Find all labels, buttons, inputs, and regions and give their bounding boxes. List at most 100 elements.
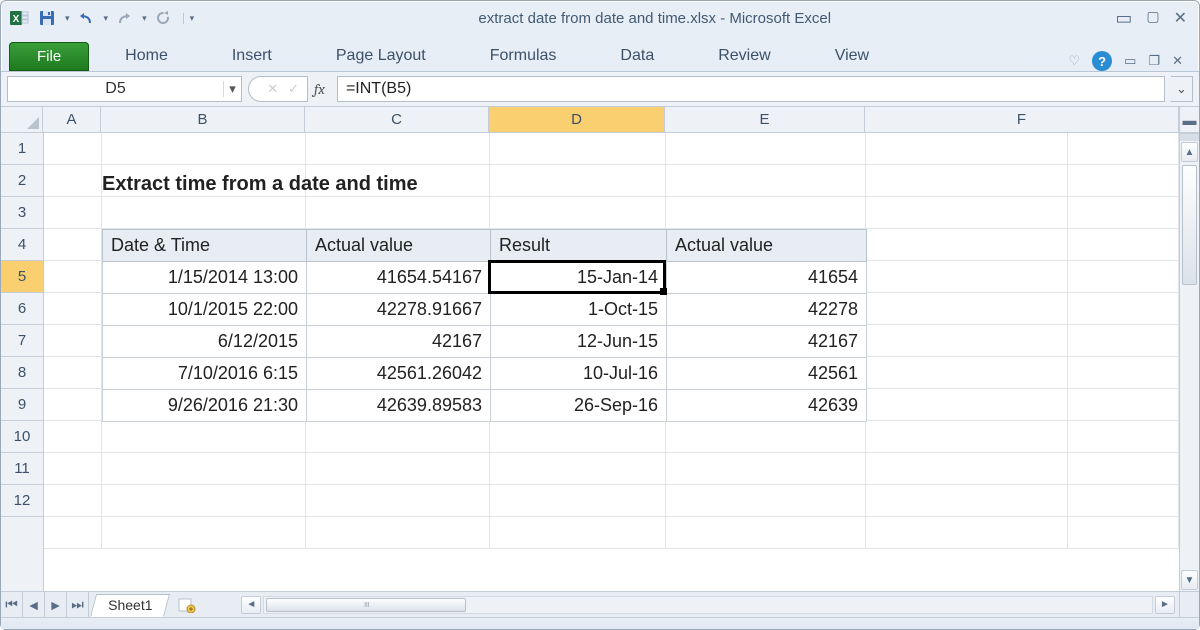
scroll-left-button[interactable]: ◄ xyxy=(241,596,261,614)
column-headers: A B C D E F xyxy=(43,107,1179,133)
minimize-button[interactable]: ▭ xyxy=(1115,8,1132,29)
cell-C5[interactable]: 41654.54167 xyxy=(307,262,491,294)
table-row: 6/12/2015 42167 12-Jun-15 42167 xyxy=(103,326,867,358)
qat-save-dropdown[interactable]: ▾ xyxy=(65,13,70,24)
sheet-nav-last[interactable]: ⏭ xyxy=(67,592,89,617)
close-button[interactable]: ✕ xyxy=(1174,8,1187,29)
name-box-value[interactable]: D5 xyxy=(8,80,223,98)
th-actual2[interactable]: Actual value xyxy=(667,230,867,262)
formula-input[interactable]: =INT(B5) xyxy=(337,76,1165,102)
row-header-8[interactable]: 8 xyxy=(1,357,43,389)
sheet-nav-next[interactable]: ► xyxy=(45,592,67,617)
redo-dropdown[interactable]: ▾ xyxy=(142,13,147,24)
tab-data[interactable]: Data xyxy=(602,41,672,71)
cell-E6[interactable]: 42278 xyxy=(667,294,867,326)
undo-button[interactable] xyxy=(74,6,98,30)
workbook-minimize[interactable]: ▭ xyxy=(1124,53,1136,69)
scroll-down-button[interactable]: ▼ xyxy=(1181,570,1198,590)
workbook-restore[interactable]: ❐ xyxy=(1148,53,1160,69)
cell-D5[interactable]: 15-Jan-14 xyxy=(491,262,667,294)
cell-B6[interactable]: 10/1/2015 22:00 xyxy=(103,294,307,326)
cell-D7[interactable]: 12-Jun-15 xyxy=(491,326,667,358)
select-all-corner[interactable] xyxy=(1,107,43,133)
data-table: Date & Time Actual value Result Actual v… xyxy=(102,229,867,422)
sheet-nav-first[interactable]: ⏮ xyxy=(1,592,23,617)
tab-insert[interactable]: Insert xyxy=(214,41,290,71)
table-header-row: Date & Time Actual value Result Actual v… xyxy=(103,230,867,262)
cell-E8[interactable]: 42561 xyxy=(667,358,867,390)
workbook-close[interactable]: ✕ xyxy=(1172,53,1183,69)
qat-customize[interactable]: ▾ xyxy=(183,13,195,24)
column-split-handle[interactable]: ▬ xyxy=(1179,107,1199,133)
maximize-button[interactable]: ▢ xyxy=(1146,8,1159,29)
th-datetime[interactable]: Date & Time xyxy=(103,230,307,262)
cell-B8[interactable]: 7/10/2016 6:15 xyxy=(103,358,307,390)
cell-D9[interactable]: 26-Sep-16 xyxy=(491,390,667,422)
help-button[interactable]: ? xyxy=(1092,51,1112,71)
row-header-10[interactable]: 10 xyxy=(1,421,43,453)
scroll-right-button[interactable]: ► xyxy=(1155,596,1175,614)
save-button[interactable] xyxy=(35,6,59,30)
cell-E7[interactable]: 42167 xyxy=(667,326,867,358)
tab-home[interactable]: Home xyxy=(107,41,186,71)
row-header-7[interactable]: 7 xyxy=(1,325,43,357)
row-header-4[interactable]: 4 xyxy=(1,229,43,261)
row-header-6[interactable]: 6 xyxy=(1,293,43,325)
col-header-F[interactable]: F xyxy=(865,107,1179,132)
vscroll-thumb[interactable] xyxy=(1182,165,1197,285)
redo-button[interactable] xyxy=(112,6,136,30)
tab-formulas[interactable]: Formulas xyxy=(472,41,575,71)
cell-E5[interactable]: 41654 xyxy=(667,262,867,294)
tab-review[interactable]: Review xyxy=(700,41,788,71)
col-header-A[interactable]: A xyxy=(43,107,101,132)
cell-C9[interactable]: 42639.89583 xyxy=(307,390,491,422)
cell-C8[interactable]: 42561.26042 xyxy=(307,358,491,390)
row-header-3[interactable]: 3 xyxy=(1,197,43,229)
th-result[interactable]: Result xyxy=(491,230,667,262)
row-header-5[interactable]: 5 xyxy=(1,261,43,293)
tab-view[interactable]: View xyxy=(817,41,887,71)
expand-formula-bar[interactable]: ⌄ xyxy=(1171,76,1193,102)
ribbon: File Home Insert Page Layout Formulas Da… xyxy=(1,35,1199,71)
row-header-1[interactable]: 1 xyxy=(1,133,43,165)
fx-icon[interactable]: fx xyxy=(314,80,325,98)
cell-B7[interactable]: 6/12/2015 xyxy=(103,326,307,358)
hscroll-thumb[interactable] xyxy=(266,598,466,612)
row-header-12[interactable]: 12 xyxy=(1,485,43,517)
row-header-11[interactable]: 11 xyxy=(1,453,43,485)
sheet-tab-active[interactable]: Sheet1 xyxy=(90,594,171,617)
undo-dropdown[interactable]: ▾ xyxy=(104,13,109,24)
vsplit-handle[interactable] xyxy=(1180,133,1199,141)
ribbon-minimize-chevron[interactable]: ♡ xyxy=(1068,53,1080,69)
insert-function-button[interactable]: ✕✓ xyxy=(248,76,308,102)
cell-E9[interactable]: 42639 xyxy=(667,390,867,422)
th-actual1[interactable]: Actual value xyxy=(307,230,491,262)
table-row: 7/10/2016 6:15 42561.26042 10-Jul-16 425… xyxy=(103,358,867,390)
cell-D8[interactable]: 10-Jul-16 xyxy=(491,358,667,390)
vertical-scrollbar[interactable]: ▲ ▼ xyxy=(1179,133,1199,591)
name-box[interactable]: D5 ▾ xyxy=(7,76,242,102)
col-header-C[interactable]: C xyxy=(305,107,489,132)
cell-D6[interactable]: 1-Oct-15 xyxy=(491,294,667,326)
col-header-D[interactable]: D xyxy=(489,107,665,132)
row-header-2[interactable]: 2 xyxy=(1,165,43,197)
sheet-nav-prev[interactable]: ◄ xyxy=(23,592,45,617)
file-tab[interactable]: File xyxy=(9,42,89,71)
tab-pagelayout[interactable]: Page Layout xyxy=(318,41,444,71)
scroll-up-button[interactable]: ▲ xyxy=(1181,142,1198,162)
repeat-button[interactable] xyxy=(151,6,175,30)
vscroll-track[interactable] xyxy=(1180,163,1199,569)
name-box-dropdown[interactable]: ▾ xyxy=(223,81,241,97)
hscroll-track[interactable] xyxy=(263,596,1153,614)
cell-grid[interactable]: Extract time from a date and time Date &… xyxy=(44,133,1179,591)
cell-B9[interactable]: 9/26/2016 21:30 xyxy=(103,390,307,422)
cell-C6[interactable]: 42278.91667 xyxy=(307,294,491,326)
col-header-E[interactable]: E xyxy=(665,107,865,132)
excel-icon[interactable]: X xyxy=(7,6,31,30)
cell-C7[interactable]: 42167 xyxy=(307,326,491,358)
col-header-B[interactable]: B xyxy=(101,107,305,132)
cell-B5[interactable]: 1/15/2014 13:00 xyxy=(103,262,307,294)
row-header-9[interactable]: 9 xyxy=(1,389,43,421)
new-sheet-button[interactable] xyxy=(173,592,201,617)
horizontal-scrollbar[interactable]: ◄ ► xyxy=(241,592,1175,617)
